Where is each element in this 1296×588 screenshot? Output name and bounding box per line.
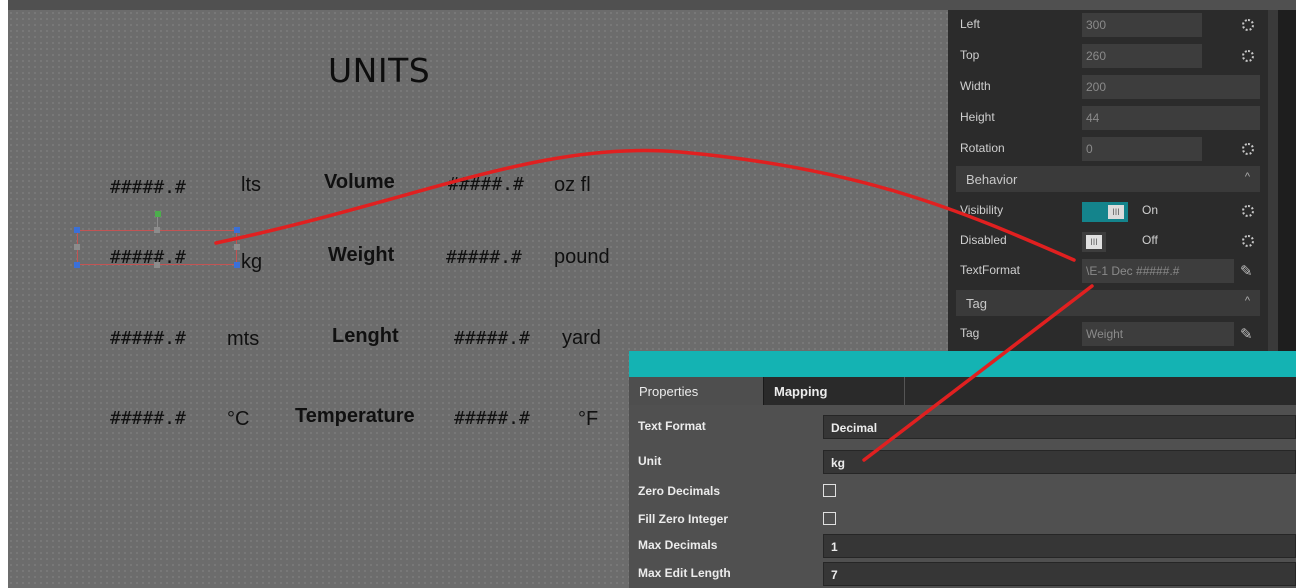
prop-height-row: Height 44: [948, 103, 1268, 133]
pencil-icon[interactable]: ✎: [1240, 262, 1253, 280]
temperature-left-unit[interactable]: °C: [227, 408, 249, 431]
prop-top-input[interactable]: 260: [1082, 44, 1202, 68]
temperature-label[interactable]: Temperature: [295, 405, 415, 428]
collapse-icon[interactable]: ^: [1245, 171, 1250, 183]
temperature-right-unit[interactable]: °F: [578, 408, 598, 431]
max-edit-length-input[interactable]: 7: [823, 562, 1296, 586]
window-top-bar-dark: [8, 0, 1296, 10]
unit-label: Unit: [638, 454, 662, 468]
max-edit-length-label: Max Edit Length: [638, 566, 731, 580]
prop-left-row: Left 300: [948, 10, 1268, 40]
prop-visibility-label: Visibility: [960, 203, 1004, 217]
length-left-unit[interactable]: mts: [227, 328, 259, 351]
toggle-grip-icon: III: [1086, 235, 1102, 249]
volume-label[interactable]: Volume: [324, 171, 395, 194]
max-decimals-input[interactable]: 1: [823, 534, 1296, 558]
zero-decimals-checkbox[interactable]: [823, 484, 836, 497]
resize-handle-top[interactable]: [154, 227, 160, 233]
prop-width-row: Width 200: [948, 72, 1268, 102]
prop-top-label: Top: [960, 48, 980, 62]
visibility-toggle[interactable]: III: [1082, 202, 1128, 222]
length-right-format[interactable]: #####.#: [454, 328, 530, 349]
weight-right-unit[interactable]: pound: [554, 246, 610, 269]
resize-handle-bottom-right[interactable]: [234, 262, 240, 268]
dialog-row-max-edit-length: Max Edit Length 7: [629, 558, 1296, 588]
prop-top-row: Top 260: [948, 41, 1268, 71]
pencil-icon[interactable]: ✎: [1240, 325, 1253, 343]
prop-height-input[interactable]: 44: [1082, 106, 1260, 130]
tag-section-title: Tag: [966, 296, 987, 311]
weight-label[interactable]: Weight: [328, 244, 394, 267]
prop-width-input[interactable]: 200: [1082, 75, 1260, 99]
toggle-grip-icon: III: [1108, 205, 1124, 219]
collapse-icon[interactable]: ^: [1245, 295, 1250, 307]
text-format-label: Text Format: [638, 419, 706, 433]
weight-right-format[interactable]: #####.#: [446, 247, 522, 268]
canvas-title[interactable]: UNITS: [328, 51, 430, 90]
length-right-unit[interactable]: yard: [562, 327, 601, 350]
zero-decimals-label: Zero Decimals: [638, 484, 721, 498]
prop-disabled-label: Disabled: [960, 233, 1007, 247]
length-label[interactable]: Lenght: [332, 325, 399, 348]
tag-section-header[interactable]: Tag ^: [956, 290, 1260, 316]
max-decimals-label: Max Decimals: [638, 538, 718, 552]
unit-input[interactable]: kg: [823, 450, 1296, 474]
tab-properties[interactable]: Properties: [629, 377, 764, 405]
volume-right-unit[interactable]: oz fl: [554, 174, 591, 197]
reset-icon[interactable]: [1242, 19, 1254, 31]
temperature-left-format[interactable]: #####.#: [110, 408, 186, 429]
volume-right-format[interactable]: #####.#: [448, 174, 524, 195]
dialog-header[interactable]: [629, 351, 1296, 377]
reset-icon[interactable]: [1242, 50, 1254, 62]
prop-tag-input[interactable]: Weight: [1082, 322, 1234, 346]
reset-icon[interactable]: [1242, 143, 1254, 155]
dialog-row-max-decimals: Max Decimals 1: [629, 530, 1296, 560]
selection-box[interactable]: [77, 230, 237, 265]
weight-left-unit[interactable]: kg: [241, 251, 262, 274]
dialog-tabs: Properties Mapping: [629, 377, 1296, 405]
fill-zero-integer-checkbox[interactable]: [823, 512, 836, 525]
disabled-state: Off: [1142, 233, 1158, 247]
prop-rotation-label: Rotation: [960, 141, 1005, 155]
dialog-row-zero-decimals: Zero Decimals: [629, 476, 1296, 506]
resize-handle-right[interactable]: [234, 244, 240, 250]
reset-icon[interactable]: [1242, 235, 1254, 247]
prop-visibility-row: Visibility III On: [948, 196, 1268, 226]
prop-textformat-label: TextFormat: [960, 263, 1021, 277]
resize-handle-left[interactable]: [74, 244, 80, 250]
window-top-bar: [0, 0, 1296, 10]
resize-handle-bottom[interactable]: [154, 262, 160, 268]
prop-disabled-row: Disabled III Off: [948, 226, 1268, 256]
visibility-state: On: [1142, 203, 1159, 217]
dialog-row-unit: Unit kg: [629, 446, 1296, 476]
fill-zero-integer-label: Fill Zero Integer: [638, 512, 729, 526]
resize-handle-top-left[interactable]: [74, 227, 80, 233]
prop-left-label: Left: [960, 17, 981, 31]
prop-rotation-input[interactable]: 0: [1082, 137, 1202, 161]
prop-left-input[interactable]: 300: [1082, 13, 1202, 37]
resize-handle-bottom-left[interactable]: [74, 262, 80, 268]
tab-mapping[interactable]: Mapping: [764, 377, 905, 405]
resize-handle-top-right[interactable]: [234, 227, 240, 233]
reset-icon[interactable]: [1242, 205, 1254, 217]
behavior-section-header[interactable]: Behavior ^: [956, 166, 1260, 192]
prop-height-label: Height: [960, 110, 995, 124]
prop-textformat-input[interactable]: \E-1 Dec #####.#: [1082, 259, 1234, 283]
rotation-handle[interactable]: [155, 211, 161, 217]
prop-width-label: Width: [960, 79, 991, 93]
temperature-right-format[interactable]: #####.#: [454, 408, 530, 429]
length-left-format[interactable]: #####.#: [110, 328, 186, 349]
prop-tag-label: Tag: [960, 326, 980, 340]
text-format-dialog: Properties Mapping Text Format Decimal U…: [629, 351, 1296, 588]
text-format-select[interactable]: Decimal: [823, 415, 1296, 439]
prop-textformat-row: TextFormat \E-1 Dec #####.# ✎: [948, 256, 1268, 286]
behavior-section-title: Behavior: [966, 172, 1018, 187]
volume-left-unit[interactable]: lts: [241, 174, 261, 197]
disabled-toggle[interactable]: III: [1082, 232, 1106, 252]
prop-rotation-row: Rotation 0: [948, 134, 1268, 164]
dialog-row-text-format: Text Format Decimal: [629, 411, 1296, 441]
prop-tag-row: Tag Weight ✎: [948, 319, 1268, 349]
volume-left-format[interactable]: #####.#: [110, 177, 186, 198]
